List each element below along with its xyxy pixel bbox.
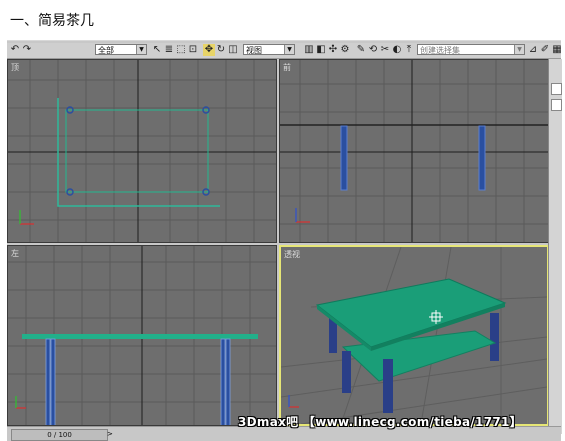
top-view-canvas — [8, 60, 276, 242]
command-panel-field[interactable] — [551, 99, 562, 111]
command-panel-field[interactable] — [551, 83, 562, 95]
tabletop-outline — [65, 109, 209, 193]
front-view-canvas — [280, 60, 548, 242]
left-view-canvas — [8, 246, 276, 425]
axis-gizmo — [19, 210, 34, 225]
render-icon[interactable]: ▦ — [551, 44, 563, 56]
spinner-snap-icon[interactable]: ⟲ — [367, 44, 379, 56]
viewport-label-top[interactable]: 顶 — [11, 62, 19, 73]
viewport-label-left[interactable]: 左 — [11, 248, 19, 259]
percent-snap-icon[interactable]: ✎ — [355, 44, 367, 56]
material-editor-icon[interactable]: ✐ — [539, 44, 551, 56]
select-and-manipulate-icon[interactable]: ◧ — [315, 44, 327, 56]
rectangular-selection-icon[interactable]: ⬚ — [175, 44, 187, 56]
reference-coordinate-dropdown[interactable]: 视图 ▼ — [243, 44, 295, 55]
chevron-right-icon[interactable]: > — [107, 429, 115, 439]
viewport-label-perspective[interactable]: 透视 — [284, 249, 300, 260]
named-selection-set-field[interactable]: 创建选择集 ▼ — [417, 44, 525, 55]
command-panel — [548, 59, 562, 434]
viewport-perspective[interactable]: 透视 — [279, 245, 549, 426]
select-by-name-icon[interactable]: ≣ — [163, 44, 175, 56]
snaps-toggle-icon[interactable]: ✣ — [327, 44, 339, 56]
scale-icon[interactable]: ◫ — [227, 44, 239, 56]
main-toolbar: ↶ ↷ 全部 ▼ ↖ ≣ ⬚ ⊡ ✥ ↻ ◫ 视图 ▼ ▥ ◧ ✣ ⚙ ✎ ⟲ … — [7, 43, 563, 59]
window-crossing-icon[interactable]: ⊡ — [187, 44, 199, 56]
curve-editor-icon[interactable]: ⊿ — [527, 44, 539, 56]
chevron-down-icon[interactable]: ▼ — [136, 45, 146, 54]
pivot-center-icon[interactable]: ▥ — [303, 44, 315, 56]
perspective-view-canvas — [281, 247, 547, 424]
chevron-down-icon[interactable]: ▼ — [514, 45, 524, 54]
reference-coordinate-value: 视图 — [246, 46, 262, 55]
viewport-top[interactable]: 顶 — [7, 59, 277, 243]
watermark-text: 3Dmax吧 【www.linecg.com/tieba/1771】 — [238, 415, 522, 429]
selection-filter-dropdown[interactable]: 全部 ▼ — [95, 44, 147, 55]
named-selection-placeholder: 创建选择集 — [420, 46, 460, 55]
3dsmax-window: ↶ ↷ 全部 ▼ ↖ ≣ ⬚ ⊡ ✥ ↻ ◫ 视图 ▼ ▥ ◧ ✣ ⚙ ✎ ⟲ … — [7, 40, 563, 441]
mirror-icon[interactable]: ◐ — [391, 44, 403, 56]
select-object-icon[interactable]: ↖ — [151, 44, 163, 56]
time-slider[interactable]: 0 / 100 — [11, 429, 108, 441]
undo-icon[interactable]: ↶ — [9, 44, 21, 56]
angle-snap-icon[interactable]: ⚙ — [339, 44, 351, 56]
move-icon[interactable]: ✥ — [203, 44, 215, 56]
viewport-front[interactable]: 前 — [279, 59, 549, 243]
named-selection-icon[interactable]: ✂ — [379, 44, 391, 56]
rotate-icon[interactable]: ↻ — [215, 44, 227, 56]
chevron-down-icon[interactable]: ▼ — [284, 45, 294, 54]
page-heading: 一、简易茶几 — [10, 13, 94, 29]
viewport-left[interactable]: 左 — [7, 245, 277, 426]
redo-icon[interactable]: ↷ — [21, 44, 33, 56]
align-icon[interactable]: ⤒ — [403, 44, 415, 56]
viewport-label-front[interactable]: 前 — [283, 62, 291, 73]
selection-filter-value: 全部 — [98, 46, 114, 55]
